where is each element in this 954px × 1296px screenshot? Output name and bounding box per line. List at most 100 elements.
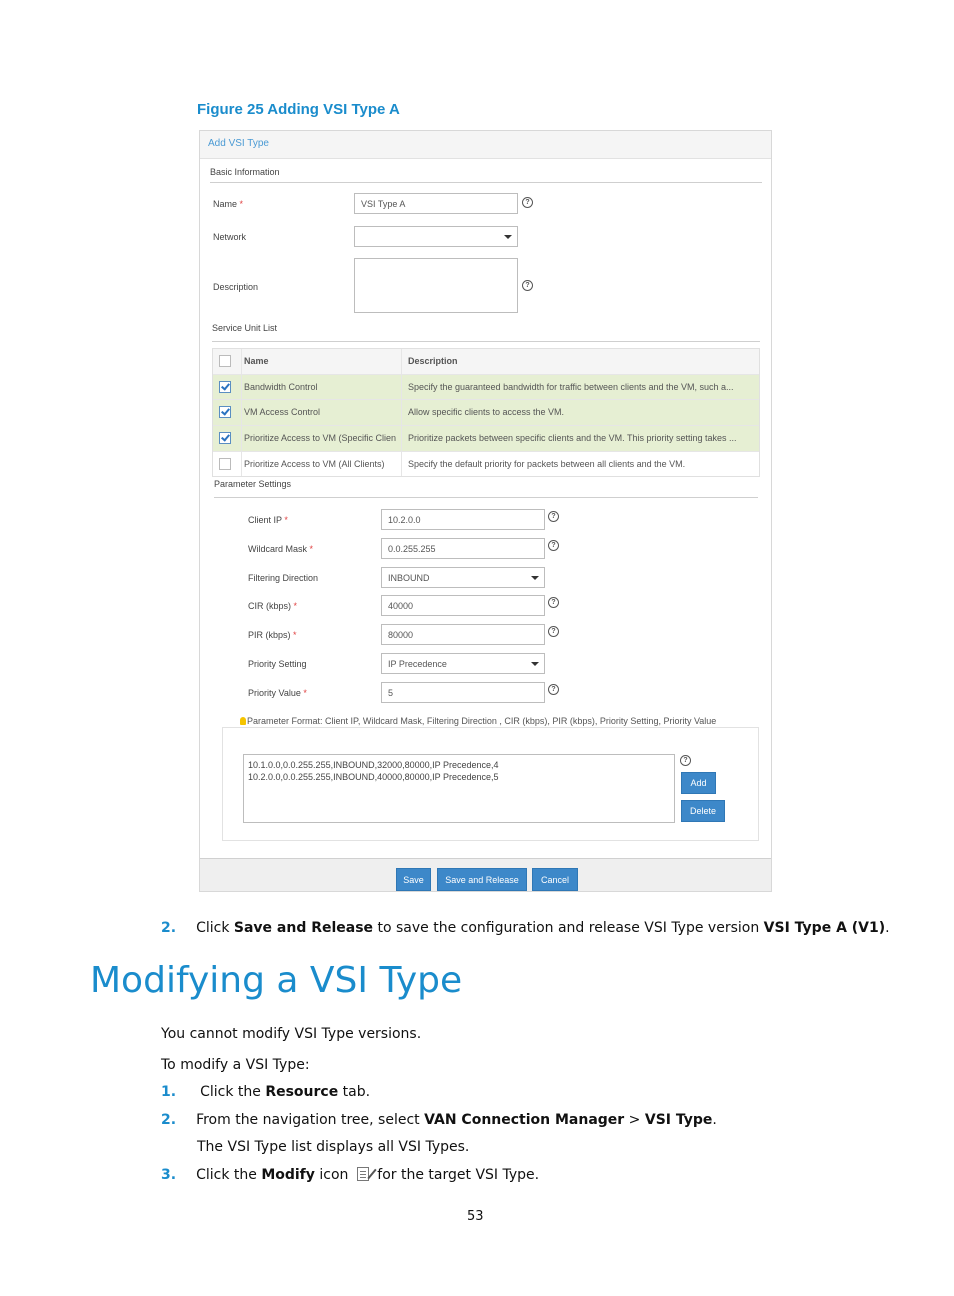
add-button[interactable]: Add [681, 772, 716, 794]
table-row[interactable]: VM Access Control Allow specific clients… [213, 400, 759, 427]
divider [210, 182, 762, 183]
row-description: Specify the guaranteed bandwidth for tra… [408, 381, 734, 392]
required-mark: * [293, 630, 297, 640]
row-checkbox[interactable] [219, 457, 231, 470]
divider [214, 497, 758, 498]
pir-label: PIR (kbps) * [248, 630, 297, 640]
help-icon[interactable]: ? [522, 280, 533, 291]
dialog-header: Add VSI Type [200, 131, 771, 159]
step-text: . [712, 1112, 717, 1128]
filtering-direction-value: INBOUND [388, 573, 430, 583]
delete-button[interactable]: Delete [681, 800, 725, 822]
description-textarea[interactable] [354, 258, 518, 313]
parameter-list-textarea[interactable]: 10.1.0.0,0.0.255.255,INBOUND,32000,80000… [243, 754, 675, 823]
help-icon[interactable]: ? [548, 511, 559, 522]
row-description: Prioritize packets between specific clie… [408, 433, 737, 444]
dialog-title: Add VSI Type [208, 138, 269, 149]
column-header-name[interactable]: Name [242, 349, 402, 374]
name-input[interactable]: VSI Type A [354, 193, 518, 214]
required-mark: * [309, 544, 314, 554]
chevron-down-icon [531, 576, 539, 580]
lightbulb-icon [240, 717, 246, 725]
help-icon[interactable]: ? [522, 197, 533, 208]
checkbox-cell [213, 426, 242, 451]
required-mark: * [239, 199, 244, 209]
help-icon[interactable]: ? [548, 597, 559, 608]
section-service-unit-list: Service Unit List [212, 323, 278, 333]
cir-label-text: CIR (kbps) [248, 601, 292, 611]
step-text: tab. [338, 1084, 371, 1100]
step-text-bold: VAN Connection Manager [424, 1112, 625, 1128]
row-description: Allow specific clients to access the VM. [408, 407, 565, 418]
checkbox-cell [213, 451, 242, 477]
name-label: Name * [213, 199, 243, 209]
table-row[interactable]: Bandwidth Control Specify the guaranteed… [213, 374, 759, 401]
step-number: 1. [161, 1084, 177, 1100]
row-checkbox[interactable] [219, 432, 231, 445]
row-checkbox[interactable] [219, 406, 231, 419]
step-text: to save the configuration and release VS… [373, 920, 764, 936]
step-text-bold: Resource [265, 1084, 339, 1100]
save-button[interactable]: Save [396, 868, 431, 891]
step-3: 3. Click the Modify icon for the target V… [161, 1167, 539, 1183]
wildcard-mask-input[interactable]: 0.0.255.255 [381, 538, 545, 559]
step-text: > [624, 1112, 645, 1128]
priority-setting-select[interactable]: IP Precedence [381, 653, 545, 674]
help-icon[interactable]: ? [548, 626, 559, 637]
parameter-format-hint: Parameter Format: Client IP, Wildcard Ma… [240, 716, 740, 727]
description-label: Description [213, 282, 259, 292]
step-2: 2. From the navigation tree, select VAN C… [161, 1112, 717, 1128]
priority-value-input[interactable]: 5 [381, 682, 545, 703]
priority-setting-value: IP Precedence [388, 659, 447, 669]
filtering-direction-label: Filtering Direction [248, 573, 319, 583]
table-row[interactable]: Prioritize Access to VM (All Clients) Sp… [213, 451, 759, 477]
cir-input[interactable]: 40000 [381, 595, 545, 616]
step-text-bold: VSI Type A (V1) [763, 920, 886, 936]
checkbox-cell [213, 400, 242, 426]
network-select[interactable] [354, 226, 518, 247]
step-number: 2. [161, 1112, 177, 1128]
checkbox-cell [213, 374, 242, 400]
step-number: 3. [161, 1167, 177, 1183]
help-icon[interactable]: ? [680, 755, 691, 766]
section-heading: Modifying a VSI Type [90, 960, 463, 1001]
pir-input[interactable]: 80000 [381, 624, 545, 645]
required-mark: * [284, 515, 288, 525]
service-unit-table: Name Description Bandwidth Control Speci… [212, 348, 760, 478]
client-ip-input[interactable]: 10.2.0.0 [381, 509, 545, 530]
table-row[interactable]: Prioritize Access to VM (Specific Clien … [213, 426, 759, 452]
chevron-down-icon [531, 662, 539, 666]
step-text: icon [314, 1167, 353, 1183]
row-name: Bandwidth Control [242, 374, 402, 400]
row-description: Specify the default priority for packets… [408, 458, 686, 469]
name-label-text: Name [213, 199, 238, 209]
priority-setting-label: Priority Setting [248, 659, 307, 669]
paragraph: You cannot modify VSI Type versions. [161, 1026, 422, 1042]
column-header-description[interactable]: Description [403, 349, 759, 374]
help-icon[interactable]: ? [548, 684, 559, 695]
save-and-release-button[interactable]: Save and Release [437, 868, 527, 891]
section-basic-information: Basic Information [210, 167, 280, 177]
filtering-direction-select[interactable]: INBOUND [381, 567, 545, 588]
help-icon[interactable]: ? [548, 540, 559, 551]
wildcard-mask-label: Wildcard Mask * [248, 544, 313, 554]
row-name: VM Access Control [242, 400, 402, 426]
select-all-checkbox[interactable] [219, 355, 231, 367]
chevron-down-icon [504, 235, 512, 239]
client-ip-label-text: Client IP [248, 515, 282, 525]
cancel-button[interactable]: Cancel [532, 868, 578, 891]
row-name: Prioritize Access to VM (Specific Clien [242, 426, 402, 451]
step-2-subtext: The VSI Type list displays all VSI Types… [197, 1139, 470, 1155]
section-parameter-settings: Parameter Settings [214, 479, 292, 489]
wildcard-mask-label-text: Wildcard Mask [248, 544, 308, 554]
paragraph: To modify a VSI Type: [161, 1057, 310, 1073]
row-checkbox[interactable] [219, 380, 231, 393]
step-text: From the navigation tree, select [196, 1112, 425, 1128]
priority-value-label: Priority Value * [248, 688, 307, 698]
row-name: Prioritize Access to VM (All Clients) [242, 451, 402, 477]
step-number: 2. [161, 920, 177, 936]
step-save-and-release: 2. Click Save and Release to save the con… [161, 920, 890, 936]
parameter-format-text: Parameter Format: Client IP, Wildcard Ma… [247, 716, 717, 726]
step-text: Click the [200, 1084, 266, 1100]
table-header-row: Name Description [213, 349, 759, 375]
